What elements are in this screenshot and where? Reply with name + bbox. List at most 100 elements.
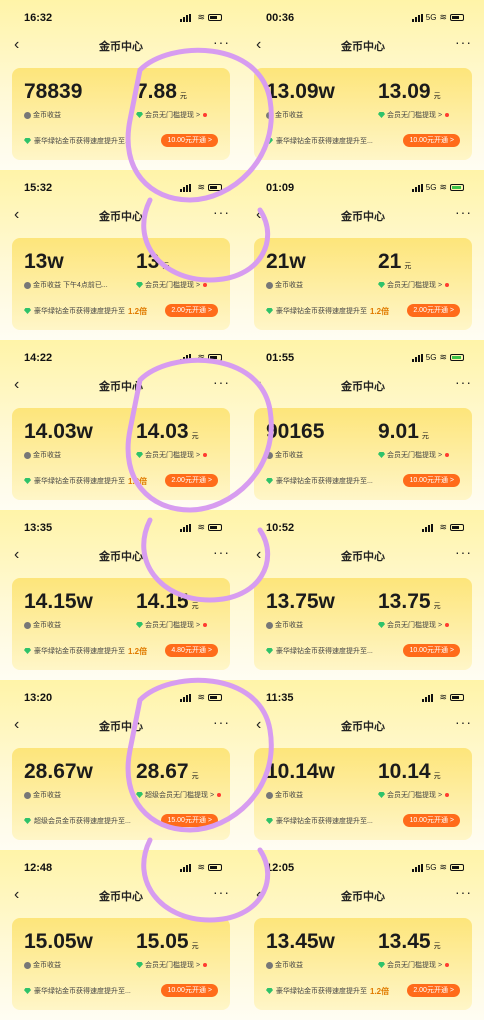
vip-promo-row: 豪华绿钻金币获得速度提升至... 10.00元开通 > [266, 814, 460, 828]
nav-bar: ‹ 金币中心 ··· [0, 34, 242, 56]
more-dots-icon[interactable]: ··· [455, 204, 472, 220]
more-dots-icon[interactable]: ··· [455, 374, 472, 390]
open-vip-button[interactable]: 10.00元开通 > [403, 474, 460, 487]
withdraw-link[interactable]: 会员无门槛提现 > [378, 620, 450, 630]
status-bar: 00:36 5G ≋ [242, 0, 484, 26]
coin-income-label: 金币收益 [266, 790, 303, 800]
withdraw-link[interactable]: 会员无门槛提现 > [378, 790, 450, 800]
withdraw-link[interactable]: 会员无门槛提现 > [136, 450, 208, 460]
coin-income-label: 金币收益 [266, 280, 303, 290]
withdraw-link[interactable]: 会员无门槛提现 > [136, 110, 208, 120]
speed-multiplier: 1.2倍 [128, 646, 148, 656]
more-dots-icon[interactable]: ··· [213, 544, 230, 560]
open-vip-button[interactable]: 2.00元开通 > [165, 304, 218, 317]
coin-income-label: 金币收益 [24, 960, 61, 970]
promo-text: 豪华绿钻金币获得速度提升至... [276, 648, 373, 655]
green-diamond-icon [24, 478, 31, 484]
cash-balance: 21 元 [378, 250, 411, 274]
status-time: 16:32 [24, 12, 53, 24]
coin-icon [266, 111, 273, 119]
status-time: 01:55 [266, 352, 295, 364]
cash-balance: 15.05 元 [136, 930, 199, 954]
status-bar: 12:48 ≋ [0, 850, 242, 876]
speed-multiplier: 1.2倍 [128, 306, 148, 316]
withdraw-link[interactable]: 会员无门槛提现 > [378, 280, 450, 290]
withdraw-text: 会员无门槛提现 > [387, 452, 443, 459]
open-vip-button[interactable]: 10.00元开通 > [403, 644, 460, 657]
cash-balance: 9.01 元 [378, 420, 429, 444]
open-vip-button[interactable]: 2.00元开通 > [165, 474, 218, 487]
vip-promo-row: 豪华绿钻金币获得速度提升至 1.2倍 2.00元开通 > [24, 474, 218, 488]
notification-dot [203, 283, 208, 287]
coin-income-text: 金币收益 [33, 452, 61, 459]
wifi-icon: ≋ [439, 182, 447, 192]
earnings-card: 13w 13 元 金币收益 下午4点前已... 会员无门槛提现 > 豪华绿钻金币获… [12, 238, 230, 330]
cash-amount: 13.45 [378, 930, 431, 953]
status-time: 15:32 [24, 182, 53, 194]
wifi-icon: ≋ [197, 692, 205, 702]
status-time: 11:35 [266, 692, 294, 704]
coin-balance: 15.05w [24, 930, 93, 953]
open-vip-button[interactable]: 10.00元开通 > [403, 134, 460, 147]
cash-unit: 元 [421, 433, 429, 440]
cash-balance: 7.88 元 [136, 80, 187, 104]
nav-bar: ‹ 金币中心 ··· [242, 714, 484, 736]
promo-text: 豪华绿钻金币获得速度提升至... [34, 138, 131, 145]
signal-icon [180, 523, 192, 532]
nav-bar: ‹ 金币中心 ··· [0, 714, 242, 736]
more-dots-icon[interactable]: ··· [213, 204, 230, 220]
status-time: 14:22 [24, 352, 53, 364]
coin-income-text: 金币收益 [275, 112, 303, 119]
open-vip-button[interactable]: 2.00元开通 > [407, 984, 460, 997]
promo-text: 豪华绿钻金币获得速度提升至... [276, 138, 373, 145]
more-dots-icon[interactable]: ··· [213, 714, 230, 730]
green-diamond-icon [378, 282, 385, 288]
cash-unit: 元 [179, 93, 187, 100]
open-vip-button[interactable]: 2.00元开通 > [407, 304, 460, 317]
coin-income-label: 金币收益 [266, 960, 303, 970]
open-vip-button[interactable]: 4.80元开通 > [165, 644, 218, 657]
promo-text: 豪华绿钻金币获得速度提升至... [276, 478, 373, 485]
more-dots-icon[interactable]: ··· [213, 884, 230, 900]
open-vip-button[interactable]: 15.00元开通 > [161, 814, 218, 827]
more-dots-icon[interactable]: ··· [213, 34, 230, 50]
more-dots-icon[interactable]: ··· [455, 34, 472, 50]
coin-balance: 10.14w [266, 760, 335, 783]
cash-balance: 13 元 [136, 250, 169, 274]
earnings-card: 10.14w 10.14 元 金币收益 会员无门槛提现 > 豪华绿钻金币获得速度提… [254, 748, 472, 840]
withdraw-link[interactable]: 会员无门槛提现 > [378, 960, 450, 970]
withdraw-link[interactable]: 会员无门槛提现 > [136, 280, 208, 290]
coin-icon [24, 791, 31, 799]
signal-icon [411, 863, 423, 872]
battery-icon [208, 864, 222, 871]
promo-text: 豪华绿钻金币获得速度提升至 [34, 478, 125, 485]
withdraw-link[interactable]: 会员无门槛提现 > [378, 110, 450, 120]
withdraw-link[interactable]: 会员无门槛提现 > [136, 620, 208, 630]
withdraw-link[interactable]: 会员无门槛提现 > [378, 450, 450, 460]
cash-unit: 元 [191, 943, 199, 950]
more-dots-icon[interactable]: ··· [455, 544, 472, 560]
coin-balance: 13.45w [266, 930, 335, 953]
nav-bar: ‹ 金币中心 ··· [0, 374, 242, 396]
green-diamond-icon [266, 648, 273, 654]
open-vip-button[interactable]: 10.00元开通 > [403, 814, 460, 827]
speed-multiplier: 1.2倍 [370, 306, 390, 316]
more-dots-icon[interactable]: ··· [455, 884, 472, 900]
more-dots-icon[interactable]: ··· [213, 374, 230, 390]
signal-icon [411, 183, 423, 192]
withdraw-link[interactable]: 超级会员无门槛提现 > [136, 790, 222, 800]
open-vip-button[interactable]: 10.00元开通 > [161, 984, 218, 997]
open-vip-button[interactable]: 10.00元开通 > [161, 134, 218, 147]
nav-bar: ‹ 金币中心 ··· [0, 884, 242, 906]
green-diamond-icon [378, 452, 385, 458]
coin-income-text: 金币收益 下午4点前已... [33, 282, 108, 289]
more-dots-icon[interactable]: ··· [455, 714, 472, 730]
status-time: 00:36 [266, 12, 295, 24]
withdraw-link[interactable]: 会员无门槛提现 > [136, 960, 208, 970]
speed-multiplier: 1.2倍 [370, 986, 390, 996]
coin-icon [266, 791, 273, 799]
withdraw-text: 会员无门槛提现 > [145, 112, 201, 119]
earnings-card: 78839 7.88 元 金币收益 会员无门槛提现 > 豪华绿钻金币获得速度提升至… [12, 68, 230, 160]
battery-icon [208, 14, 222, 21]
coin-icon [24, 111, 31, 119]
